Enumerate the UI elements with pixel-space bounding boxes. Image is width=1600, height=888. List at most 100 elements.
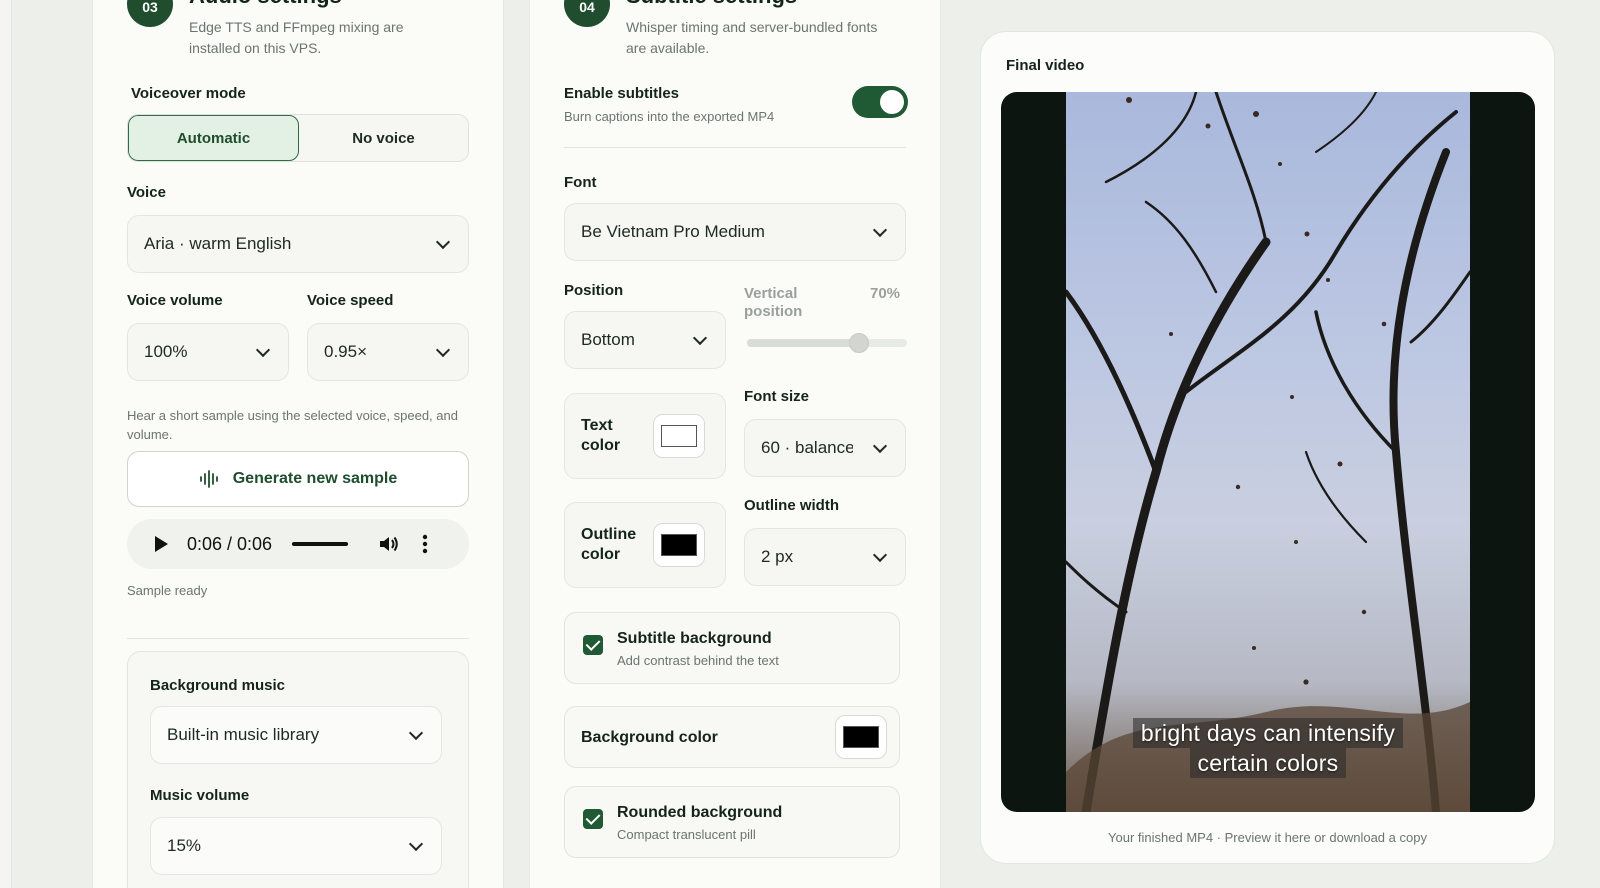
outline-color-picker[interactable] <box>653 523 705 567</box>
divider <box>127 638 469 639</box>
player-progress-bar[interactable] <box>292 542 349 546</box>
step-badge: 03 <box>127 0 173 27</box>
font-label: Font <box>564 174 597 191</box>
font-select[interactable]: Be Vietnam Pro Medium <box>564 203 906 261</box>
player-time: 0:06 / 0:06 <box>187 533 273 554</box>
subtitle-background-checkbox[interactable] <box>583 635 603 655</box>
toggle-knob <box>880 90 904 114</box>
voice-value: Aria · warm English <box>144 234 292 253</box>
generate-sample-label: Generate new sample <box>232 470 398 487</box>
voiceover-no-voice-option[interactable]: No voice <box>299 115 468 161</box>
voice-label: Voice <box>127 184 166 201</box>
outline-width-value: 2 px <box>761 547 794 566</box>
more-options-icon[interactable] <box>422 534 428 554</box>
slider-handle[interactable] <box>849 333 869 353</box>
rounded-background-option[interactable]: Rounded background Compact translucent p… <box>564 786 900 858</box>
enable-subtitles-sub: Burn captions into the exported MP4 <box>564 109 775 124</box>
final-video-card: Final video bright days can intensify ce… <box>980 31 1555 864</box>
video-footer-note: Your finished MP4 · Preview it here or d… <box>1108 830 1427 845</box>
font-size-value: 60 · balanced <box>761 438 853 457</box>
outline-color-card: Outline color <box>564 502 726 588</box>
rounded-background-sub: Compact translucent pill <box>617 827 756 842</box>
caption-line-1: bright days can intensify <box>1132 718 1404 748</box>
voice-speed-label: Voice speed <box>307 292 394 309</box>
section-description: Whisper timing and server-bundled fonts … <box>626 19 878 56</box>
chevron-down-icon <box>872 547 888 563</box>
rounded-background-title: Rounded background <box>617 804 783 821</box>
subtitle-background-title: Subtitle background <box>617 630 772 647</box>
subtitle-caption: bright days can intensify certain colors <box>1001 718 1535 778</box>
chevron-down-icon <box>435 234 451 250</box>
slider-fill <box>747 339 859 347</box>
enable-subtitles-toggle[interactable] <box>852 86 908 118</box>
background-music-value: Built-in music library <box>167 725 320 744</box>
rounded-background-checkbox[interactable] <box>583 809 603 829</box>
text-color-label: Text color <box>581 417 621 454</box>
background-color-row: Background color <box>564 706 900 768</box>
background-color-label: Background color <box>581 729 718 746</box>
position-value: Bottom <box>581 330 635 349</box>
outline-width-label: Outline width <box>744 497 839 514</box>
audio-settings-panel: 03 Audio settings Edge TTS and FFmpeg mi… <box>92 0 504 888</box>
position-label: Position <box>564 282 624 299</box>
background-music-select[interactable]: Built-in music library <box>150 706 442 764</box>
section-title: Subtitle settings <box>626 0 797 9</box>
divider <box>564 147 906 148</box>
chevron-down-icon <box>255 342 271 358</box>
audio-player: 0:06 / 0:06 <box>127 519 469 569</box>
sample-hint: Hear a short sample using the selected v… <box>127 408 458 442</box>
player-progress-fill <box>292 542 349 546</box>
video-frame-image <box>1063 92 1472 812</box>
chevron-down-icon <box>872 438 888 454</box>
voice-volume-select[interactable]: 100% <box>127 323 289 381</box>
voice-speed-select[interactable]: 0.95× <box>307 323 469 381</box>
vertical-position-value: 70% <box>870 285 901 302</box>
video-player[interactable]: bright days can intensify certain colors <box>1001 92 1535 812</box>
text-color-swatch <box>661 425 697 447</box>
final-video-title: Final video <box>1006 57 1085 74</box>
font-value: Be Vietnam Pro Medium <box>581 222 765 241</box>
outline-color-label: Outline color <box>581 526 637 563</box>
outline-color-swatch <box>661 534 697 556</box>
chevron-down-icon <box>408 836 424 852</box>
voiceover-mode-segmented: Automatic No voice <box>127 114 469 162</box>
caption-line-2: certain colors <box>1189 748 1347 778</box>
music-volume-select[interactable]: 15% <box>150 817 442 875</box>
text-color-picker[interactable] <box>653 414 705 458</box>
chevron-down-icon <box>872 222 888 238</box>
volume-icon[interactable] <box>378 534 400 554</box>
subtitle-settings-panel: 04 Subtitle settings Whisper timing and … <box>529 0 941 888</box>
outline-width-select[interactable]: 2 px <box>744 528 906 586</box>
waveform-icon <box>199 470 218 488</box>
voiceover-mode-label: Voiceover mode <box>131 85 246 102</box>
voiceover-automatic-option[interactable]: Automatic <box>128 115 299 161</box>
play-icon[interactable] <box>153 535 169 553</box>
position-select[interactable]: Bottom <box>564 311 726 369</box>
voice-volume-value: 100% <box>144 342 188 361</box>
background-music-label: Background music <box>150 677 286 694</box>
tree-scene <box>1063 92 1472 812</box>
music-volume-value: 15% <box>167 836 202 855</box>
vertical-position-slider[interactable] <box>747 333 907 353</box>
chevron-down-icon <box>692 330 708 346</box>
subtitle-background-sub: Add contrast behind the text <box>617 653 779 668</box>
step-badge: 04 <box>564 0 610 27</box>
sample-status: Sample ready <box>127 583 208 598</box>
enable-subtitles-label: Enable subtitles <box>564 85 680 102</box>
font-size-label: Font size <box>744 388 810 405</box>
background-music-card: Background music Built-in music library … <box>127 651 469 888</box>
music-volume-label: Music volume <box>150 787 250 804</box>
text-color-card: Text color <box>564 393 726 479</box>
generate-sample-button[interactable]: Generate new sample <box>127 451 469 507</box>
font-size-select[interactable]: 60 · balanced <box>744 419 906 477</box>
background-color-swatch <box>843 726 879 748</box>
section-description: Edge TTS and FFmpeg mixing are installed… <box>189 19 404 56</box>
voice-select[interactable]: Aria · warm English <box>127 215 469 273</box>
left-edge-strip <box>0 0 12 888</box>
voice-volume-label: Voice volume <box>127 292 223 309</box>
voice-speed-value: 0.95× <box>324 342 368 361</box>
background-color-picker[interactable] <box>835 715 887 759</box>
section-title: Audio settings <box>189 0 342 9</box>
chevron-down-icon <box>408 725 424 741</box>
subtitle-background-option[interactable]: Subtitle background Add contrast behind … <box>564 612 900 684</box>
